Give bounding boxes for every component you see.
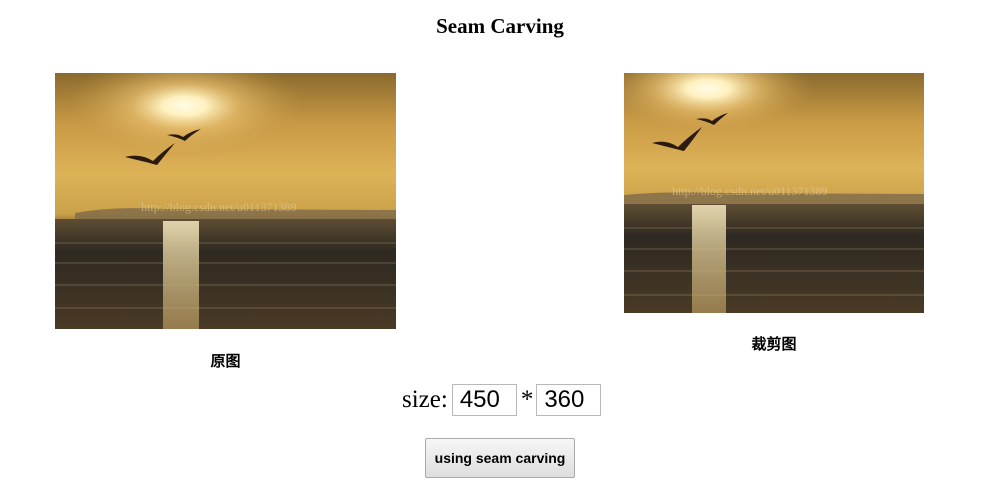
size-separator: * xyxy=(520,386,534,413)
original-image-art: http://blog.csdn.net/u011371389 xyxy=(55,73,396,329)
original-watermark: http://blog.csdn.net/u011371389 xyxy=(141,200,297,214)
size-label: size: xyxy=(402,386,448,413)
original-caption: 原图 xyxy=(210,352,241,370)
seam-carving-button[interactable]: using seam carving xyxy=(425,438,575,478)
cropped-image-art: http://blog.csdn.net/u011371389 xyxy=(624,73,924,313)
cropped-caption: 裁剪图 xyxy=(751,335,797,353)
cropped-image: http://blog.csdn.net/u011371389 xyxy=(624,73,924,313)
original-image: http://blog.csdn.net/u011371389 xyxy=(55,73,396,329)
width-input[interactable] xyxy=(451,384,517,416)
height-input[interactable] xyxy=(536,384,602,416)
cropped-watermark: http://blog.csdn.net/u011371389 xyxy=(672,184,828,198)
page-title: Seam Carving xyxy=(436,14,564,38)
size-row: size: * xyxy=(402,382,602,418)
